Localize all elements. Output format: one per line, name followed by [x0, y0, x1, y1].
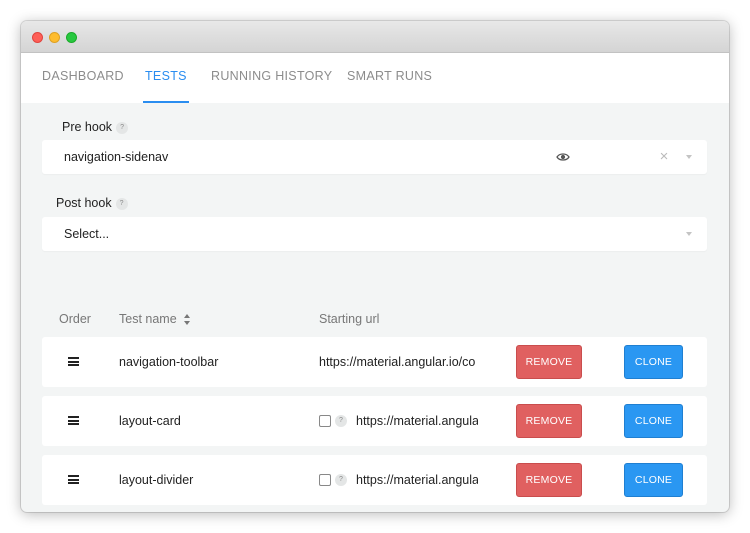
remove-button[interactable]: REMOVE — [516, 463, 582, 497]
clone-button[interactable]: CLONE — [624, 345, 683, 379]
table-row: navigation-toolbar https://material.angu… — [42, 337, 707, 387]
minimize-window-button[interactable] — [49, 32, 60, 43]
test-name: layout-divider — [119, 473, 194, 487]
tab-tests[interactable]: TESTS — [143, 53, 189, 103]
help-icon[interactable]: ? — [335, 474, 347, 486]
tab-smart-runs[interactable]: SMART RUNS — [347, 53, 432, 103]
title-bar — [21, 21, 729, 53]
chevron-down-icon[interactable] — [686, 232, 692, 236]
post-hook-label-text: Post hook — [56, 196, 112, 210]
column-header-test-name-text: Test name — [119, 312, 177, 326]
maximize-window-button[interactable] — [66, 32, 77, 43]
table-row: layout-divider ? https://material.angula… — [42, 455, 707, 505]
remove-button[interactable]: REMOVE — [516, 345, 582, 379]
remove-button[interactable]: REMOVE — [516, 404, 582, 438]
test-name: layout-card — [119, 414, 181, 428]
app-window: DASHBOARD TESTS RUNNING HISTORY SMART RU… — [21, 21, 729, 512]
sort-icon[interactable] — [183, 314, 191, 326]
drag-handle-icon[interactable] — [68, 416, 79, 425]
starting-url: https://material.angular.io/co — [319, 355, 476, 369]
clear-icon[interactable]: × — [658, 149, 670, 164]
close-window-button[interactable] — [32, 32, 43, 43]
clone-button[interactable]: CLONE — [624, 463, 683, 497]
post-hook-select[interactable]: Select... — [42, 217, 707, 251]
column-header-test-name[interactable]: Test name — [119, 312, 191, 326]
starting-url: https://material.angula — [356, 473, 478, 487]
post-hook-placeholder: Select... — [64, 227, 110, 241]
help-icon[interactable]: ? — [116, 121, 129, 134]
tab-bar: DASHBOARD TESTS RUNNING HISTORY SMART RU… — [21, 53, 729, 103]
pre-hook-value: navigation-sidenav — [64, 150, 169, 164]
active-tab-indicator — [143, 101, 189, 103]
drag-handle-icon[interactable] — [68, 357, 79, 366]
column-header-starting-url: Starting url — [319, 312, 380, 326]
pre-hook-label-text: Pre hook — [62, 120, 113, 134]
tab-running-history[interactable]: RUNNING HISTORY — [211, 53, 332, 103]
post-hook-label: Post hook? — [56, 196, 128, 210]
pre-hook-select[interactable]: navigation-sidenav × — [42, 140, 707, 174]
url-checkbox[interactable] — [319, 415, 331, 427]
tab-dashboard[interactable]: DASHBOARD — [42, 53, 124, 103]
starting-url: https://material.angula — [356, 414, 478, 428]
column-header-order: Order — [59, 312, 91, 326]
help-icon[interactable]: ? — [335, 415, 347, 427]
drag-handle-icon[interactable] — [68, 475, 79, 484]
help-icon[interactable]: ? — [115, 197, 128, 210]
url-checkbox[interactable] — [319, 474, 331, 486]
test-name: navigation-toolbar — [119, 355, 219, 369]
table-row: layout-card ? https://material.angula RE… — [42, 396, 707, 446]
pre-hook-label: Pre hook? — [62, 120, 129, 134]
eye-icon[interactable] — [556, 151, 570, 163]
chevron-down-icon[interactable] — [686, 155, 692, 159]
clone-button[interactable]: CLONE — [624, 404, 683, 438]
